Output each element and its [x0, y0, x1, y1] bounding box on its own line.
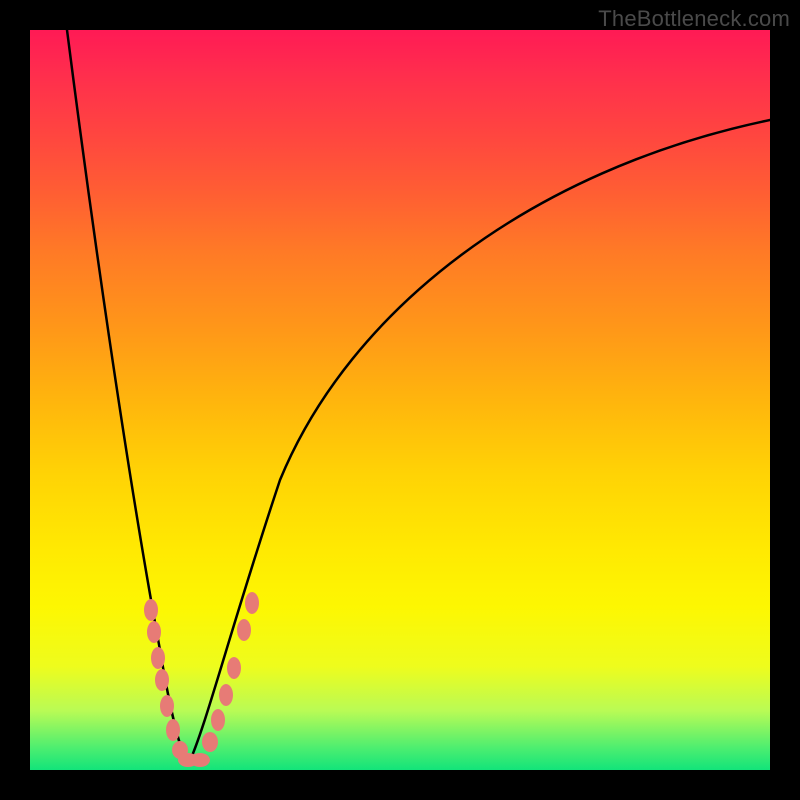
data-marker	[160, 695, 174, 717]
curve-right-branch	[188, 120, 770, 765]
data-marker	[227, 657, 241, 679]
marker-group	[144, 592, 259, 767]
data-marker	[237, 619, 251, 641]
data-marker	[202, 732, 218, 752]
watermark-text: TheBottleneck.com	[598, 6, 790, 32]
chart-frame: TheBottleneck.com	[0, 0, 800, 800]
bottleneck-curve	[30, 30, 770, 770]
data-marker	[147, 621, 161, 643]
data-marker	[166, 719, 180, 741]
data-marker	[211, 709, 225, 731]
data-marker	[155, 669, 169, 691]
plot-area	[30, 30, 770, 770]
data-marker	[219, 684, 233, 706]
data-marker	[144, 599, 158, 621]
data-marker	[245, 592, 259, 614]
data-marker	[190, 753, 210, 767]
curve-left-branch	[67, 30, 188, 765]
data-marker	[151, 647, 165, 669]
